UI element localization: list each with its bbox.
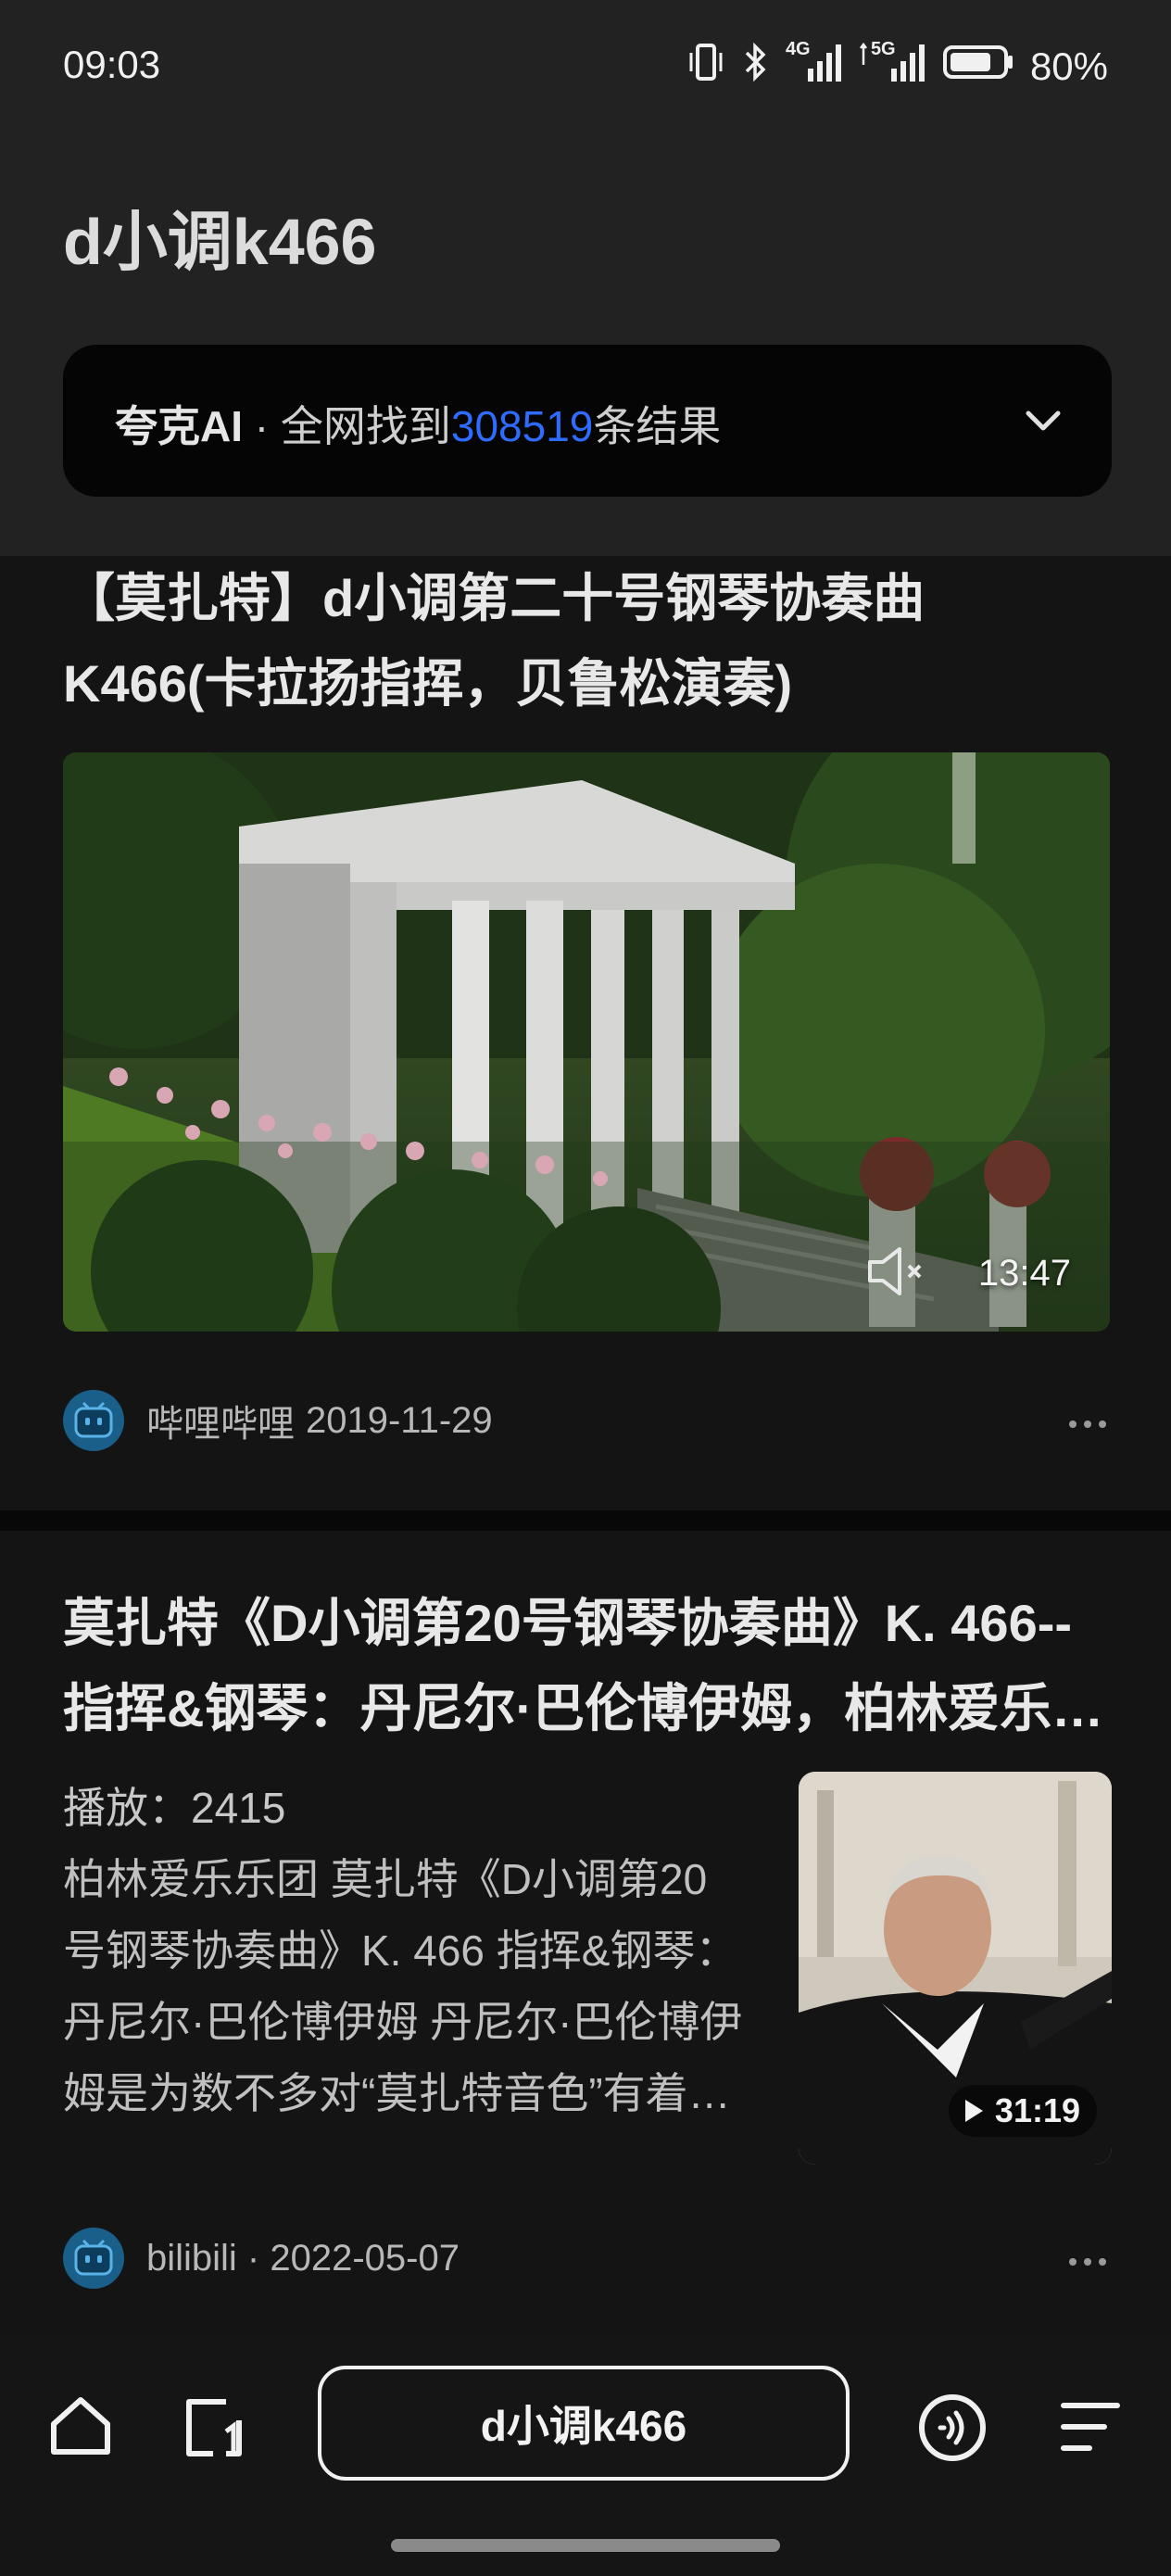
tabs-icon[interactable] [182, 2394, 246, 2464]
network-5g-label: 5G [870, 39, 896, 59]
result-count: 308519 [450, 402, 594, 450]
more-icon[interactable] [1067, 2235, 1108, 2277]
battery-icon [942, 44, 1014, 90]
page-title: d小调k466 [63, 206, 377, 278]
mute-icon[interactable] [863, 1242, 929, 1306]
result-meta-2: bilibili · 2022-05-07 [63, 2228, 460, 2289]
status-bar: 09:03 4G 5G 80% [0, 0, 1171, 139]
result-card-1[interactable]: 【莫扎特】d小调第二十号钢琴协奏曲 K466(卡拉扬指挥，贝鲁松演奏) 13:4… [0, 556, 1171, 1510]
ai-suffix: 条结果 [593, 402, 722, 450]
publish-date-1: 2019-11-29 [306, 1399, 493, 1441]
search-query-text: d小调k466 [480, 2402, 687, 2450]
result-title-1[interactable]: 【莫扎特】d小调第二十号钢琴协奏曲 K466(卡拉扬指挥，贝鲁松演奏) [63, 556, 1112, 726]
network-4g-label: 4G [785, 39, 811, 59]
card-divider [0, 1510, 1171, 1531]
video-duration-2: 31:19 [994, 2091, 1080, 2129]
ai-summary-bar[interactable]: 夸克AI · 全网找到308519条结果 [63, 345, 1112, 497]
bilibili-avatar-icon [63, 2228, 124, 2289]
source-name-1: 哔哩哔哩 [146, 1404, 295, 1445]
source-date-2: bilibili · 2022-05-07 [146, 2237, 460, 2279]
vibrate-icon [687, 42, 724, 92]
search-box[interactable]: d小调k466 [318, 2366, 850, 2481]
home-indicator [391, 2539, 780, 2552]
signal-5g-icon: 5G [859, 39, 926, 93]
video-frame-image [63, 752, 1110, 1332]
chevron-down-icon[interactable] [1023, 402, 1064, 444]
signal-4g-icon: 4G [785, 39, 843, 93]
duration-badge-2: 31:19 [948, 2085, 1097, 2137]
battery-percent: 80% [1029, 44, 1108, 88]
ai-separator: · [243, 402, 281, 450]
bottom-navigation: d小调k466 [0, 2337, 1171, 2576]
video-player-1[interactable]: 13:47 [63, 752, 1110, 1332]
play-count: 播放：2415 [63, 1784, 286, 1832]
home-icon[interactable] [48, 2393, 113, 2462]
ai-brand: 夸克AI [115, 402, 243, 450]
video-thumbnail-2[interactable]: 31:19 [799, 1772, 1112, 2165]
more-icon[interactable] [1067, 1397, 1108, 1439]
result-title-2[interactable]: 莫扎特《D小调第20号钢琴协奏曲》K. 466--指挥&钢琴：丹尼尔·巴伦博伊姆… [63, 1581, 1112, 1751]
status-time: 09:03 [63, 43, 161, 86]
ai-summary-text: 夸克AI · 全网找到308519条结果 [115, 393, 721, 454]
bilibili-avatar-icon [63, 1390, 124, 1451]
result-description-2: 柏林爱乐乐团 莫扎特《D小调第20号钢琴协奏曲》K. 466 指挥&钢琴：丹尼尔… [63, 1855, 743, 2117]
voice-icon[interactable] [917, 2393, 988, 2468]
result-card-2[interactable]: 莫扎特《D小调第20号钢琴协奏曲》K. 466--指挥&钢琴：丹尼尔·巴伦博伊姆… [0, 1531, 1171, 2337]
play-icon [964, 2100, 983, 2122]
status-icons: 4G 5G 80% [687, 39, 1108, 93]
menu-icon[interactable] [1058, 2398, 1123, 2460]
bluetooth-icon [741, 42, 769, 92]
result-meta-1: 哔哩哔哩 2019-11-29 [63, 1390, 493, 1451]
video-duration-1: 13:47 [977, 1253, 1071, 1294]
ai-prefix: 全网找到 [280, 402, 451, 450]
